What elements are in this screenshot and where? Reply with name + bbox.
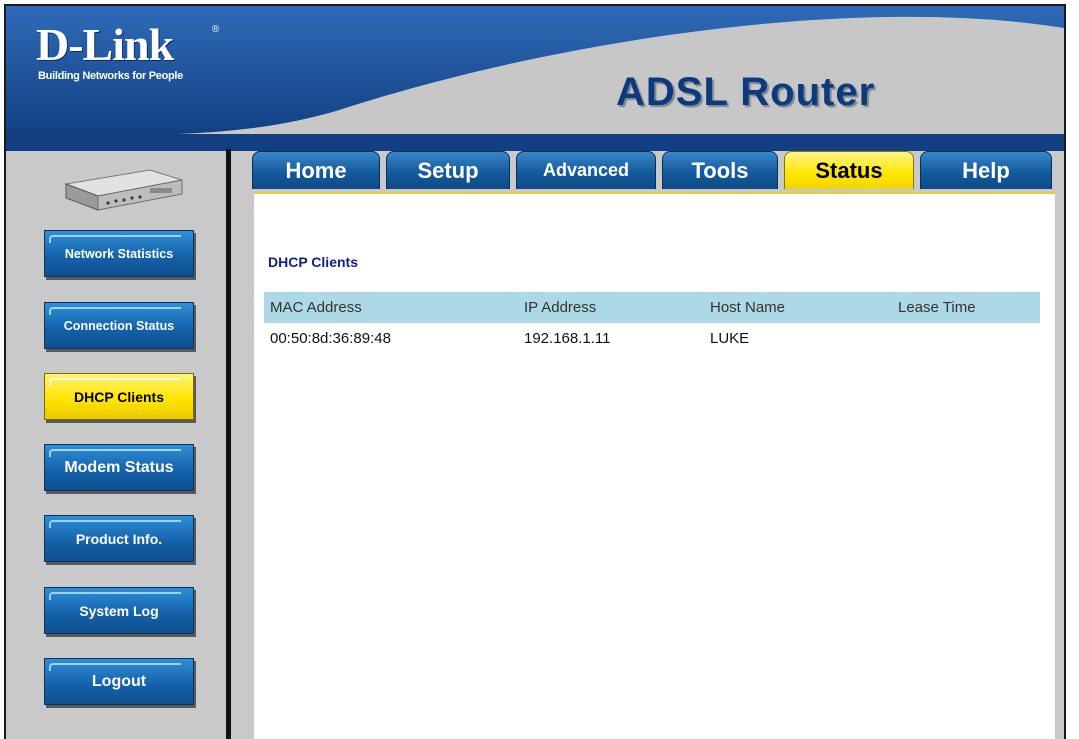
sidebar-item-connection-status[interactable]: Connection Status xyxy=(44,302,194,349)
cell-host-name: LUKE xyxy=(710,329,750,347)
column-header-hostname: Host Name xyxy=(704,292,892,323)
column-header-ip: IP Address xyxy=(518,292,704,323)
dhcp-clients-table: MAC Address IP Address Host Name Lease T… xyxy=(264,292,1040,353)
tab-help[interactable]: Help xyxy=(920,151,1052,189)
sidebar-item-network-statistics[interactable]: Network Statistics xyxy=(44,230,194,277)
tab-advanced[interactable]: Advanced xyxy=(516,151,656,189)
content-panel: DHCP Clients MAC Address IP Address Host… xyxy=(254,192,1055,739)
main-tab-bar: Home Setup Advanced Tools Status Help xyxy=(252,151,1052,191)
logo-tagline: Building Networks for People xyxy=(38,70,184,82)
cell-lease-time xyxy=(892,323,1040,353)
tab-setup[interactable]: Setup xyxy=(386,151,510,189)
column-header-lease-time: Lease Time xyxy=(892,292,1040,323)
tab-home[interactable]: Home xyxy=(252,151,380,189)
sidebar-divider xyxy=(226,149,231,739)
table-header-row: MAC Address IP Address Host Name Lease T… xyxy=(264,292,1040,323)
cell-ip-address: 192.168.1.11 xyxy=(524,329,611,347)
registered-mark: ® xyxy=(212,24,220,35)
router-device-icon xyxy=(64,169,183,211)
cell-mac-address: 00:50:8d:36:89:48 xyxy=(270,329,391,347)
sidebar-item-system-log[interactable]: System Log xyxy=(44,587,194,634)
sidebar-item-product-info[interactable]: Product Info. xyxy=(44,515,194,562)
page-title: DHCP Clients xyxy=(268,254,358,270)
tab-status[interactable]: Status xyxy=(784,151,914,189)
product-title: ADSL Router xyxy=(616,70,876,114)
tab-tools[interactable]: Tools xyxy=(662,151,778,189)
sidebar-item-modem-status[interactable]: Modem Status xyxy=(44,444,194,491)
dlink-logo: D-Link xyxy=(36,19,174,70)
sidebar-item-dhcp-clients[interactable]: DHCP Clients xyxy=(44,373,194,420)
sidebar-item-logout[interactable]: Logout xyxy=(44,658,194,705)
column-header-mac: MAC Address xyxy=(264,292,518,323)
table-row: 00:50:8d:36:89:48 192.168.1.11 LUKE xyxy=(264,323,1040,353)
router-admin-window: D-Link ® Building Networks for People AD… xyxy=(4,4,1066,739)
